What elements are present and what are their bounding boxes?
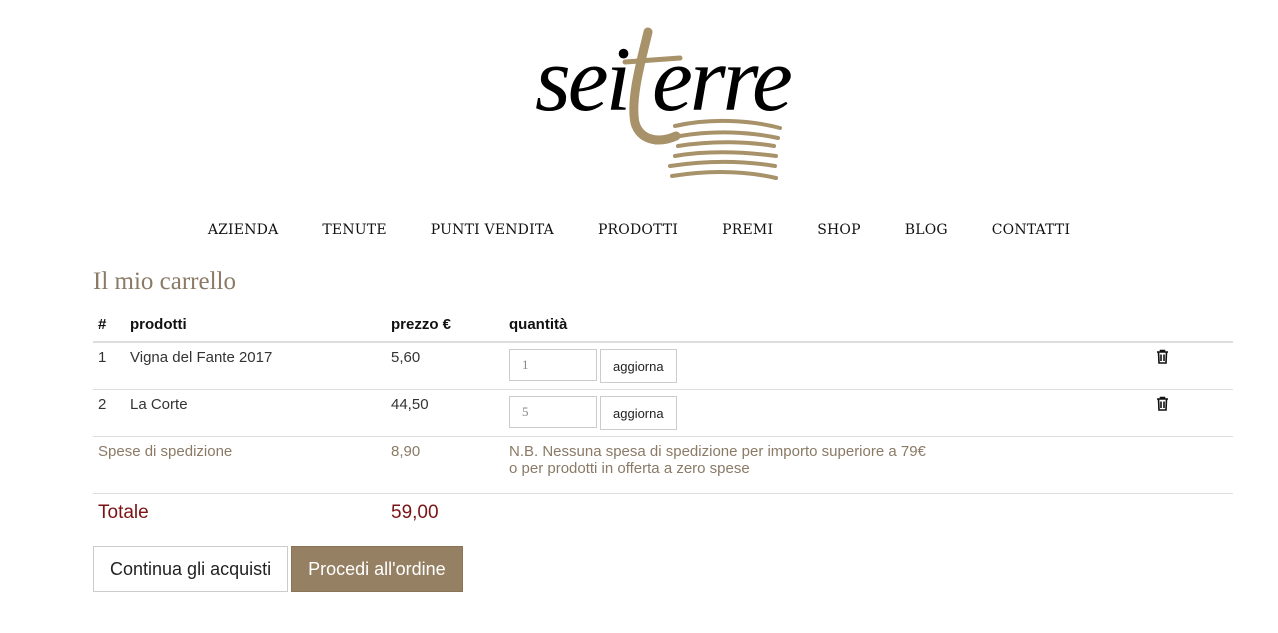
shipping-note: N.B. Nessuna spesa di spedizione per imp… bbox=[504, 436, 1233, 494]
nav-item-tenute[interactable]: TENUTE bbox=[322, 222, 386, 238]
header-product: prodotti bbox=[125, 308, 386, 343]
page-title: Il mio carrello bbox=[93, 268, 236, 295]
item-num: 2 bbox=[93, 389, 125, 437]
proceed-order-button[interactable]: Procedi all'ordine bbox=[291, 546, 463, 592]
shipping-price: 8,90 bbox=[386, 436, 504, 494]
item-product: Vigna del Fante 2017 bbox=[125, 342, 386, 390]
nav-item-premi[interactable]: PREMI bbox=[722, 222, 773, 238]
item-qty-cell: aggiorna bbox=[504, 342, 1151, 390]
shipping-note-line2: o per prodotti in offerta a zero spese bbox=[509, 460, 750, 477]
table-row: 2 La Corte 44,50 aggiorna bbox=[93, 389, 1233, 437]
item-num: 1 bbox=[93, 342, 125, 390]
total-value: 59,00 bbox=[391, 502, 439, 523]
nav-item-blog[interactable]: BLOG bbox=[905, 222, 948, 238]
svg-text:sei: sei bbox=[535, 28, 629, 130]
main-nav: AZIENDA TENUTE PUNTI VENDITA PRODOTTI PR… bbox=[0, 222, 1278, 238]
update-button[interactable]: aggiorna bbox=[600, 349, 677, 383]
shipping-row: Spese di spedizione 8,90 N.B. Nessuna sp… bbox=[93, 436, 1233, 494]
item-price: 44,50 bbox=[386, 389, 504, 437]
quantity-input[interactable] bbox=[509, 396, 597, 428]
item-product: La Corte bbox=[125, 389, 386, 437]
header-num: # bbox=[93, 308, 125, 343]
quantity-input[interactable] bbox=[509, 349, 597, 381]
remove-cell bbox=[1151, 389, 1233, 437]
header-price: prezzo € bbox=[386, 308, 504, 343]
table-row: 1 Vigna del Fante 2017 5,60 aggiorna bbox=[93, 342, 1233, 390]
cart-header-row: # prodotti prezzo € quantità bbox=[93, 308, 1233, 343]
nav-item-shop[interactable]: SHOP bbox=[817, 222, 861, 238]
item-qty-cell: aggiorna bbox=[504, 389, 1151, 437]
shipping-label: Spese di spedizione bbox=[93, 436, 386, 494]
update-button[interactable]: aggiorna bbox=[600, 396, 677, 430]
nav-item-prodotti[interactable]: PRODOTTI bbox=[598, 222, 678, 238]
total-label: Totale bbox=[98, 502, 149, 523]
item-price: 5,60 bbox=[386, 342, 504, 390]
nav-item-contatti[interactable]: CONTATTI bbox=[992, 222, 1070, 238]
header-qty: quantità bbox=[504, 308, 1151, 343]
svg-text:erre: erre bbox=[652, 28, 791, 130]
cart-actions: Continua gli acquisti Procedi all'ordine bbox=[93, 546, 463, 592]
trash-icon[interactable] bbox=[1156, 349, 1169, 364]
seiterre-logo[interactable]: sei erre bbox=[530, 18, 800, 188]
remove-cell bbox=[1151, 342, 1233, 390]
continue-shopping-button[interactable]: Continua gli acquisti bbox=[93, 546, 289, 592]
shipping-note-line1: N.B. Nessuna spesa di spedizione per imp… bbox=[509, 443, 926, 460]
nav-item-punti-vendita[interactable]: PUNTI VENDITA bbox=[431, 222, 554, 238]
total-row: Totale 59,00 bbox=[93, 494, 1233, 531]
nav-item-azienda[interactable]: AZIENDA bbox=[208, 222, 279, 238]
header-actions bbox=[1151, 308, 1233, 343]
trash-icon[interactable] bbox=[1156, 396, 1169, 411]
cart-table: # prodotti prezzo € quantità 1 Vigna del… bbox=[93, 308, 1233, 530]
